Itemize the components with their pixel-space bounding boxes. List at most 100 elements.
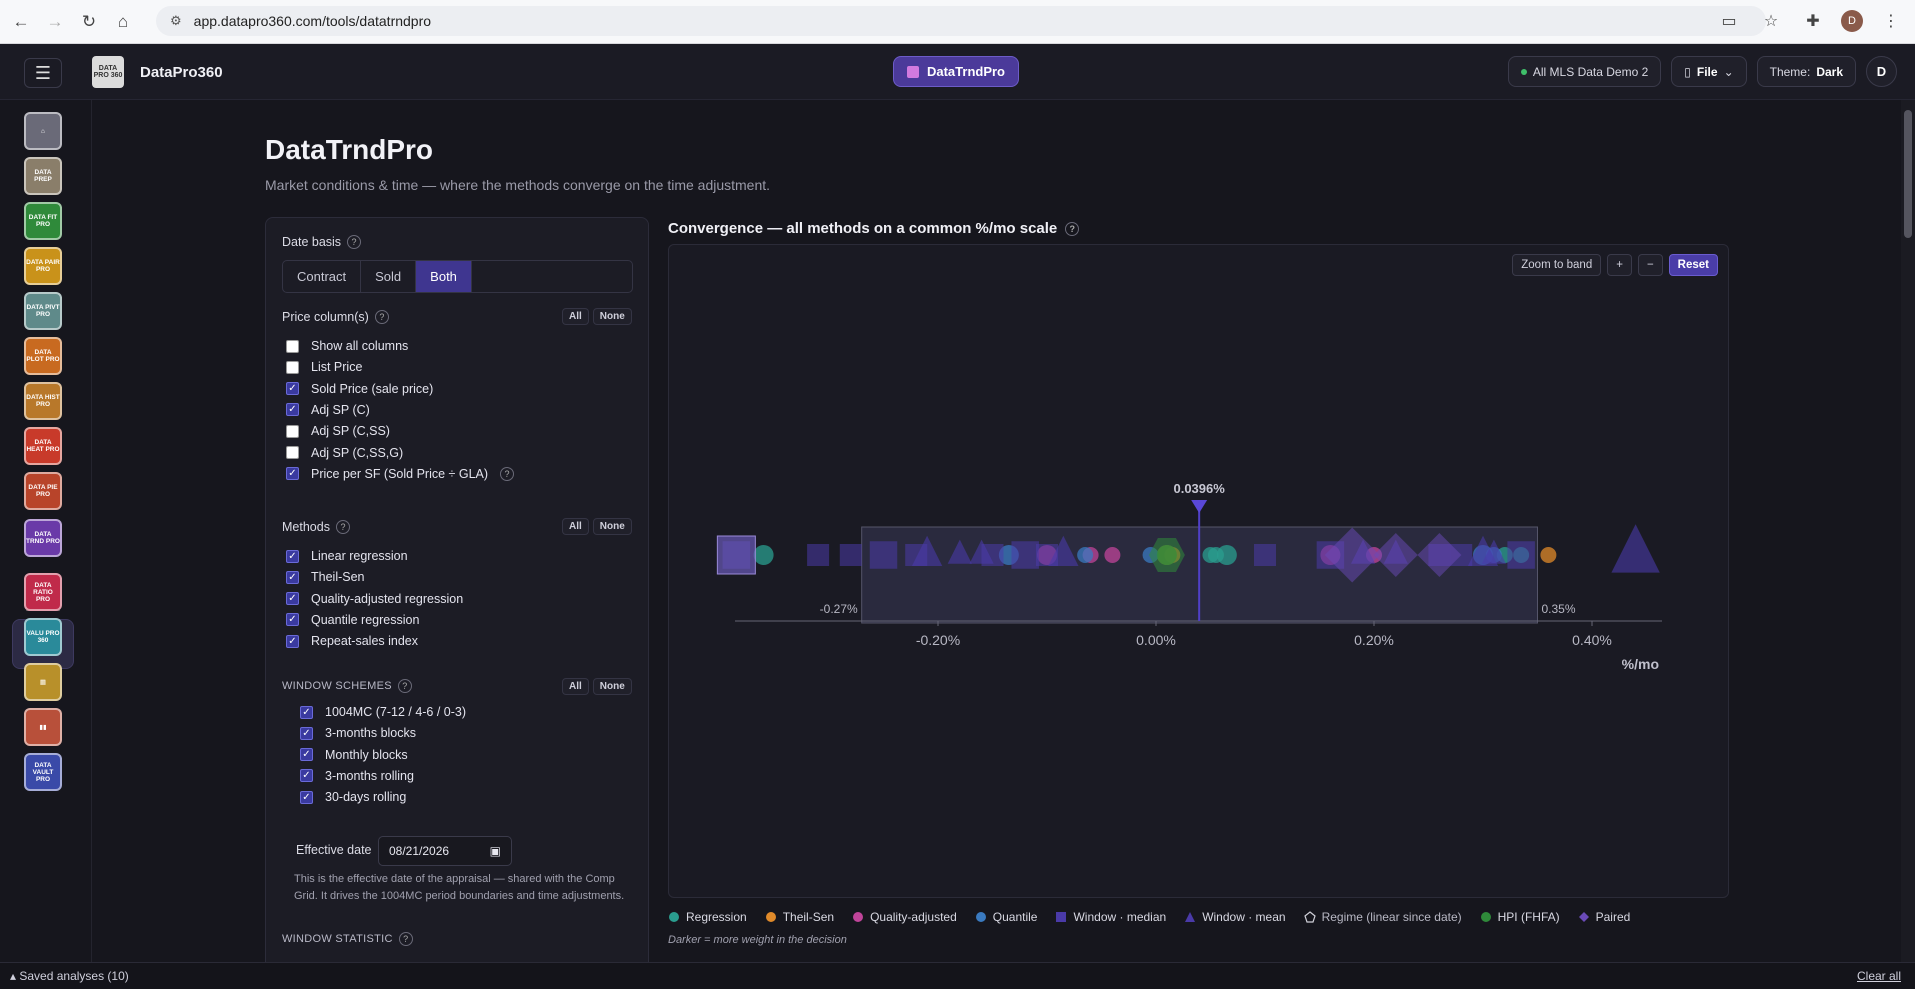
user-avatar[interactable]: D	[1866, 56, 1897, 87]
sidebar-item-datapivtpro[interactable]: DATA PIVT PRO	[24, 292, 62, 330]
saved-analyses-toggle[interactable]: ▴ Saved analyses (10)	[10, 969, 129, 983]
forward-icon[interactable]: →	[40, 7, 70, 37]
checkbox[interactable]: ✓	[286, 570, 299, 584]
date-basis-sold[interactable]: Sold	[361, 261, 417, 292]
window-schemes-none-button[interactable]: None	[592, 678, 632, 695]
bookmark-star-icon[interactable]: ☆	[1757, 7, 1785, 35]
sidebar-item-datatrndpro[interactable]: DATA TRND PRO	[24, 519, 62, 557]
methods-none-button[interactable]: None	[592, 518, 632, 535]
price-column-option[interactable]: List Price	[286, 360, 362, 374]
price-column-option[interactable]: ✓ Sold Price (sale price)	[286, 382, 433, 396]
price-column-option[interactable]: ✓ Adj SP (C)	[286, 403, 370, 417]
sidebar-item-compgrid[interactable]: ▦	[24, 663, 62, 701]
browser-menu-icon[interactable]: ⋮	[1877, 7, 1905, 35]
sidebar-item-reports[interactable]: ▮▮	[24, 708, 62, 746]
checkbox[interactable]	[286, 339, 299, 353]
extensions-icon[interactable]: ✚	[1799, 7, 1827, 35]
window-scheme-option[interactable]: ✓ 1004MC (7-12 / 4-6 / 0-3)	[300, 705, 466, 719]
window-scheme-option[interactable]: ✓ 3-months blocks	[300, 726, 416, 740]
checkbox[interactable]: ✓	[286, 592, 299, 606]
home-icon[interactable]: ⌂	[108, 7, 138, 37]
sidebar-item-home[interactable]: ⌂	[24, 112, 62, 150]
theme-toggle-button[interactable]: Theme: Dark	[1756, 56, 1856, 87]
file-menu-button[interactable]: ▯ File ⌄	[1671, 56, 1747, 87]
legend-item[interactable]: Paired	[1578, 910, 1630, 924]
price-column-option[interactable]: Adj SP (C,SS)	[286, 424, 390, 438]
method-option[interactable]: ✓ Quality-adjusted regression	[286, 592, 463, 606]
effective-date-input[interactable]: 08/21/2026 ▣	[378, 836, 512, 866]
checkbox[interactable]: ✓	[300, 769, 313, 783]
page-scrollbar[interactable]	[1901, 100, 1915, 962]
sidebar-item-datahistpro[interactable]: DATA HIST PRO	[24, 382, 62, 420]
method-option[interactable]: ✓ Repeat-sales index	[286, 634, 418, 648]
checkbox[interactable]: ✓	[286, 634, 299, 648]
sidebar-item-datapairpro[interactable]: DATA PAIR PRO	[24, 247, 62, 285]
checkbox[interactable]	[286, 360, 299, 374]
sidebar-item-datapiepro[interactable]: DATA PIE PRO	[24, 472, 62, 510]
sidebar-item-dataplotpro[interactable]: DATA PLOT PRO	[24, 337, 62, 375]
browser-profile-avatar[interactable]: D	[1841, 10, 1863, 32]
address-bar[interactable]: ⚙ app.datapro360.com/tools/datatrndpro	[156, 6, 1766, 36]
reload-icon[interactable]: ↻	[74, 7, 104, 37]
price-column-option[interactable]: Adj SP (C,SS,G)	[286, 446, 403, 460]
checkbox[interactable]	[286, 424, 299, 438]
help-icon[interactable]: ?	[398, 932, 413, 946]
hamburger-menu-icon[interactable]: ☰	[24, 58, 62, 88]
help-icon[interactable]: ?	[347, 235, 362, 249]
calendar-icon[interactable]: ▣	[490, 844, 501, 858]
legend-item[interactable]: Quantile	[975, 910, 1037, 924]
checkbox[interactable]: ✓	[286, 549, 299, 563]
help-icon[interactable]: ?	[335, 520, 350, 534]
method-option[interactable]: ✓ Quantile regression	[286, 613, 419, 627]
method-option[interactable]: ✓ Theil-Sen	[286, 570, 365, 584]
method-label: Theil-Sen	[311, 570, 365, 585]
legend-item[interactable]: Regression	[668, 910, 747, 924]
legend-item[interactable]: Regime (linear since date)	[1303, 910, 1462, 924]
site-info-icon[interactable]: ⚙	[170, 13, 182, 29]
checkbox[interactable]	[286, 446, 299, 459]
checkbox[interactable]: ✓	[286, 467, 299, 481]
scrollbar-thumb[interactable]	[1904, 110, 1912, 238]
sidebar-item-datafitpro[interactable]: DATA FIT PRO	[24, 202, 62, 240]
convergence-plot[interactable]: -0.20% 0.00% 0.20% 0.40% %/mo -0.27% 0.35% 0.03…	[669, 245, 1730, 899]
legend-item[interactable]: HPI (FHFA)	[1480, 910, 1560, 924]
methods-all-button[interactable]: All	[562, 518, 589, 535]
checkbox[interactable]: ✓	[286, 403, 299, 417]
checkbox[interactable]: ✓	[300, 705, 313, 719]
legend-item[interactable]: Window · mean	[1184, 910, 1286, 924]
price-columns-none-button[interactable]: None	[592, 308, 632, 325]
window-scheme-option[interactable]: ✓ Monthly blocks	[300, 748, 408, 762]
help-icon[interactable]: ?	[397, 679, 412, 693]
legend-item[interactable]: Quality-adjusted	[852, 910, 957, 924]
help-icon[interactable]: ?	[374, 310, 389, 324]
window-schemes-all-button[interactable]: All	[562, 678, 589, 695]
date-basis-both[interactable]: Both	[416, 261, 472, 292]
back-icon[interactable]: ←	[6, 7, 36, 37]
price-columns-all-button[interactable]: All	[562, 308, 589, 325]
checkbox[interactable]: ✓	[300, 726, 313, 740]
sidebar-item-dataratiopro[interactable]: DATA RATIO PRO	[24, 573, 62, 611]
install-app-icon[interactable]: ▭	[1715, 7, 1743, 35]
window-statistic-text: WINDOW STATISTIC	[282, 933, 393, 945]
legend-item[interactable]: Theil-Sen	[765, 910, 834, 924]
clear-all-link[interactable]: Clear all	[1857, 969, 1901, 983]
method-option[interactable]: ✓ Linear regression	[286, 549, 408, 563]
dataset-selector[interactable]: All MLS Data Demo 2	[1507, 56, 1662, 87]
checkbox[interactable]: ✓	[300, 790, 313, 804]
window-scheme-option[interactable]: ✓ 30-days rolling	[300, 790, 406, 804]
legend-item[interactable]: Window · median	[1055, 910, 1166, 924]
current-tool-pill[interactable]: DataTrndPro	[893, 56, 1019, 87]
help-icon[interactable]: ?	[500, 466, 515, 481]
sidebar-item-dataprep[interactable]: DATA PREP	[24, 157, 62, 195]
checkbox[interactable]: ✓	[286, 382, 299, 396]
checkbox[interactable]: ✓	[286, 613, 299, 627]
date-basis-contract[interactable]: Contract	[283, 261, 362, 292]
price-column-option[interactable]: Show all columns	[286, 339, 408, 353]
checkbox[interactable]: ✓	[300, 748, 313, 762]
window-scheme-option[interactable]: ✓ 3-months rolling	[300, 769, 414, 783]
sidebar-item-datavaultpro[interactable]: DATA VAULT PRO	[24, 753, 62, 791]
sidebar-item-valupro360[interactable]: VALU PRO 360	[24, 618, 62, 656]
sidebar-item-dataheatpro[interactable]: DATA HEAT PRO	[24, 427, 62, 465]
help-icon[interactable]: ?	[1065, 221, 1080, 236]
price-column-option[interactable]: ✓ Price per SF (Sold Price ÷ GLA)?	[286, 466, 515, 481]
